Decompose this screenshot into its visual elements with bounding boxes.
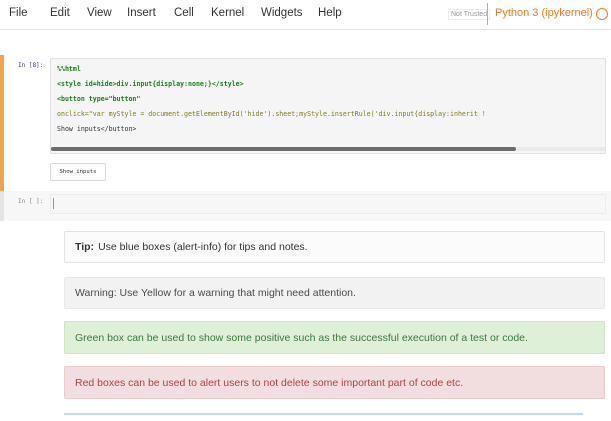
- alert-info-box: Tip: Use blue boxes (alert-info) for tip…: [64, 231, 605, 263]
- trust-status-button[interactable]: Not Trusted: [448, 9, 491, 20]
- menu-file[interactable]: File: [9, 7, 28, 19]
- alert-success-box: Green box can be used to show some posit…: [64, 321, 605, 354]
- code-line-style: <style id=hide>div.input{display:none;}<…: [57, 80, 244, 88]
- code-line-button: <button type="button": [57, 95, 140, 103]
- alert-danger-box: Red boxes can be used to alert users to …: [64, 366, 605, 399]
- code-line-text: Show inputs</button>: [57, 125, 137, 133]
- code-scrollbar-thumb[interactable]: [51, 147, 516, 151]
- show-inputs-button[interactable]: Show inputs: [50, 163, 106, 181]
- code-line-text: %%html: [57, 65, 81, 73]
- kernel-name-indicator[interactable]: Python 3 (ipykernel): [495, 7, 593, 19]
- menu-cell[interactable]: Cell: [174, 7, 194, 19]
- empty-cell-input[interactable]: [50, 194, 606, 214]
- alert-warning-box: Warning: Use Yellow for a warning that m…: [64, 277, 605, 309]
- code-editor[interactable]: %%html <style id=hide>div.input{display:…: [50, 58, 606, 154]
- kernel-status-circle-icon: [596, 8, 608, 20]
- menu-view[interactable]: View: [87, 7, 112, 19]
- alert-danger-text: Red boxes can be used to alert users to …: [75, 376, 464, 389]
- menu-bar: File Edit View Insert Cell Kernel Widget…: [0, 0, 611, 30]
- menu-insert[interactable]: Insert: [127, 7, 156, 19]
- alert-warning-text: Warning: Use Yellow for a warning that m…: [75, 287, 356, 299]
- empty-cell-prompt: In [ ]:: [18, 198, 44, 205]
- alert-info-label: Tip:: [75, 241, 95, 253]
- menu-widgets[interactable]: Widgets: [261, 7, 303, 19]
- alert-success-text: Green box can be used to show some posit…: [75, 331, 528, 344]
- horizontal-rule: [64, 413, 583, 415]
- code-line-text: onclick="var myStyle = document.getEleme…: [57, 110, 486, 118]
- menu-kernel[interactable]: Kernel: [211, 7, 244, 19]
- input-prompt: In [8]:: [18, 62, 44, 69]
- code-line-onclick: onclick="var myStyle = document.getEleme…: [57, 110, 486, 118]
- code-line-magic: %%html: [57, 65, 81, 73]
- menu-help[interactable]: Help: [318, 7, 342, 19]
- code-line-label: Show inputs</button>: [57, 125, 136, 133]
- text-cursor: [53, 198, 54, 209]
- alert-info-text: Use blue boxes (alert-info) for tips and…: [98, 241, 308, 253]
- menu-edit[interactable]: Edit: [50, 7, 70, 19]
- kernel-separator: [487, 3, 488, 25]
- code-line-text: <style id=hide>div.input{display:none;}<…: [57, 80, 244, 88]
- code-line-text: <button type="button": [57, 95, 141, 103]
